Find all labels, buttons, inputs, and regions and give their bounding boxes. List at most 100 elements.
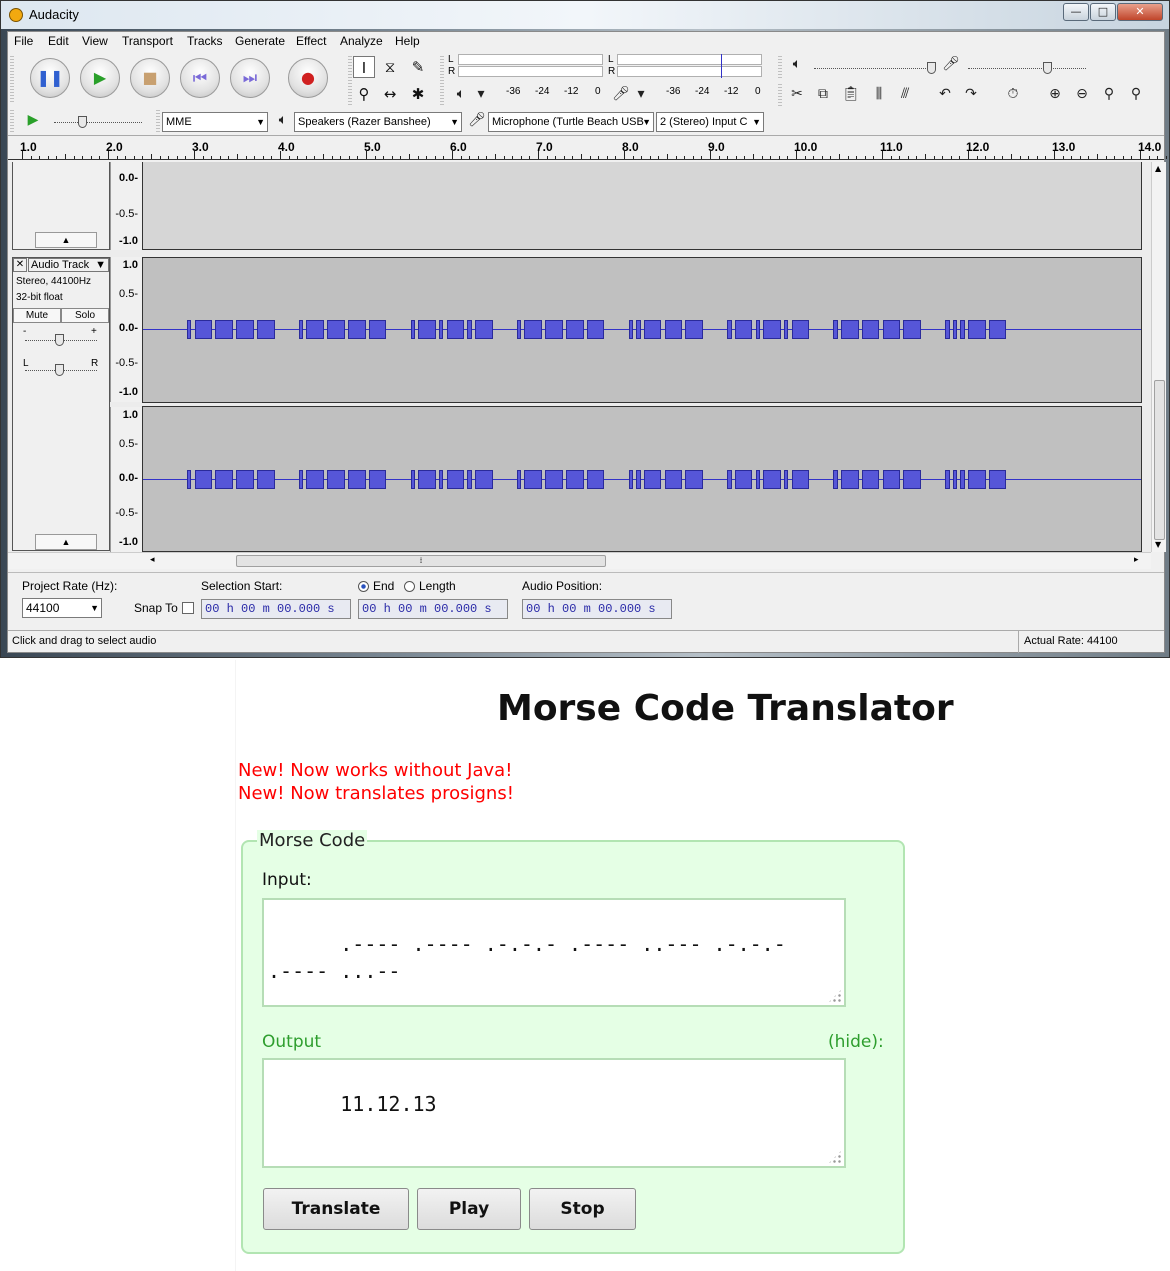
play-speed-slider[interactable] <box>54 122 142 123</box>
speaker-meter-icon[interactable]: 🔈︎ <box>450 84 472 106</box>
right-channel-waveform[interactable] <box>142 406 1142 552</box>
ruler-tick-mark <box>907 156 909 159</box>
track-collapse-button[interactable]: ▲ <box>35 534 97 550</box>
vertical-scrollbar[interactable]: ▲ ▼ <box>1151 162 1166 552</box>
selection-start-time[interactable]: 00 h 00 m 00.000 s <box>201 599 351 619</box>
envelope-tool-icon[interactable]: ⧖ <box>379 56 401 78</box>
toolbar-grip[interactable] <box>10 56 14 104</box>
minimize-button[interactable]: — <box>1063 3 1089 21</box>
output-volume-slider[interactable] <box>814 68 932 69</box>
playback-meter-right[interactable] <box>458 66 603 77</box>
play-speed-thumb[interactable] <box>78 116 87 128</box>
scroll-left-icon[interactable]: ◂ <box>150 555 155 565</box>
record-meter-left[interactable] <box>617 54 762 65</box>
hide-output-link[interactable]: (hide): <box>828 1032 884 1052</box>
draw-tool-icon[interactable]: ✎ <box>407 56 429 78</box>
selection-end-time[interactable]: 00 h 00 m 00.000 s <box>358 599 508 619</box>
selection-tool-icon[interactable]: I <box>353 56 375 78</box>
track-name-menu[interactable]: Audio Track ▼ <box>28 258 109 272</box>
silence-icon[interactable]: ⫻ <box>894 84 916 106</box>
host-select[interactable]: MME ▼ <box>162 112 268 132</box>
record-button[interactable]: ● <box>288 58 328 98</box>
length-radio[interactable] <box>404 581 415 592</box>
solo-button[interactable]: Solo <box>61 308 109 323</box>
zoom-in-icon[interactable]: ⊕ <box>1044 84 1066 106</box>
input-resize-grip[interactable] <box>827 988 843 1004</box>
horizontal-scroll-thumb[interactable]: ⁞ <box>236 555 606 567</box>
close-button[interactable]: ✕ <box>1117 3 1163 21</box>
skip-end-button[interactable]: ⏭ <box>230 58 270 98</box>
input-device-select[interactable]: Microphone (Turtle Beach USB ▼ <box>488 112 654 132</box>
play-at-speed-icon[interactable]: ▶ <box>22 110 44 132</box>
project-rate-select[interactable]: 44100 ▼ <box>22 598 102 618</box>
edit-grip[interactable] <box>778 84 782 108</box>
snap-to-checkbox[interactable] <box>182 602 194 614</box>
menu-analyze[interactable]: Analyze <box>340 34 383 48</box>
stop-button[interactable]: Stop <box>529 1188 636 1230</box>
maximize-button[interactable]: □ <box>1090 3 1116 21</box>
menu-view[interactable]: View <box>82 34 108 48</box>
menu-transport[interactable]: Transport <box>122 34 173 48</box>
audio-position-time[interactable]: 00 h 00 m 00.000 s <box>522 599 672 619</box>
end-radio[interactable] <box>358 581 369 592</box>
scroll-down-icon[interactable]: ▼ <box>1155 540 1161 549</box>
fit-project-icon[interactable]: ⚲ <box>1125 84 1147 106</box>
pause-button[interactable]: ❚❚ <box>30 58 70 98</box>
skip-start-button[interactable]: ⏮ <box>180 58 220 98</box>
prev-track-waveform[interactable] <box>142 162 1142 250</box>
output-textarea[interactable]: 11.12.13 <box>262 1058 846 1168</box>
timeshift-tool-icon[interactable]: ↔ <box>379 83 401 105</box>
trim-icon[interactable]: ⫼ <box>868 84 890 106</box>
menu-tracks[interactable]: Tracks <box>187 34 223 48</box>
menu-file[interactable]: File <box>14 34 33 48</box>
sync-lock-icon[interactable]: ⏱ <box>1002 84 1024 106</box>
record-meter-right[interactable] <box>617 66 762 77</box>
morse-dot-burst <box>833 470 838 489</box>
play-button[interactable]: Play <box>417 1188 521 1230</box>
playback-meter-left[interactable] <box>458 54 603 65</box>
tools-grip[interactable] <box>348 56 352 106</box>
timeline-ruler[interactable]: 1.0 2.0 3.0 4.0 5.0 6.0 7.0 8.0 9.0 10.0 11.0 12.0 1… <box>8 136 1167 160</box>
microphone-meter-icon[interactable]: 🎤︎ <box>610 84 632 106</box>
track-close-button[interactable]: ✕ <box>13 258 27 272</box>
output-resize-grip[interactable] <box>827 1149 843 1165</box>
zoom-out-icon[interactable]: ⊖ <box>1071 84 1093 106</box>
horizontal-scrollbar[interactable]: ◂ ⁞ ▸ <box>8 552 1151 569</box>
scroll-right-icon[interactable]: ▸ <box>1134 555 1139 565</box>
output-device-select[interactable]: Speakers (Razer Banshee) ▼ <box>294 112 462 132</box>
undo-icon[interactable]: ↶ <box>934 84 956 106</box>
prev-track-collapse-button[interactable]: ▲ <box>35 232 97 248</box>
multi-tool-icon[interactable]: ✱ <box>407 83 429 105</box>
output-volume-thumb[interactable] <box>927 62 936 74</box>
input-textarea[interactable]: .---- .---- .-.-.- .---- ..--- .-.-.- .-… <box>262 898 846 1007</box>
menu-help[interactable]: Help <box>395 34 420 48</box>
record-meter-dropdown-icon[interactable]: ▾ <box>630 84 652 106</box>
mixer-grip[interactable] <box>778 56 782 80</box>
input-channels-select[interactable]: 2 (Stereo) Input C ▼ <box>656 112 764 132</box>
meter-grip[interactable] <box>440 56 444 106</box>
mute-button[interactable]: Mute <box>13 308 61 323</box>
playback-meter-dropdown-icon[interactable]: ▾ <box>470 84 492 106</box>
zoom-tool-icon[interactable]: ⚲ <box>353 83 375 105</box>
redo-icon[interactable]: ↷ <box>960 84 982 106</box>
cut-icon[interactable]: ✂ <box>786 84 808 106</box>
left-channel-waveform[interactable] <box>142 257 1142 403</box>
menu-edit[interactable]: Edit <box>48 34 69 48</box>
play-button[interactable]: ▶ <box>80 58 120 98</box>
input-volume-slider[interactable] <box>968 68 1086 69</box>
device-grip[interactable] <box>156 110 160 132</box>
scroll-up-icon[interactable]: ▲ <box>1155 164 1161 173</box>
vertical-scroll-thumb[interactable] <box>1154 380 1165 540</box>
copy-icon[interactable]: ⧉ <box>812 84 834 106</box>
play-at-speed-grip[interactable] <box>10 110 14 132</box>
gain-slider-thumb[interactable] <box>55 334 64 346</box>
paste-icon[interactable]: 📋︎ <box>840 84 862 106</box>
ruler-tick-mark <box>219 156 221 159</box>
menu-effect[interactable]: Effect <box>296 34 326 48</box>
input-volume-thumb[interactable] <box>1043 62 1052 74</box>
stop-button[interactable]: ■ <box>130 58 170 98</box>
translate-button[interactable]: Translate <box>263 1188 409 1230</box>
menu-generate[interactable]: Generate <box>235 34 285 48</box>
pan-slider-thumb[interactable] <box>55 364 64 376</box>
fit-selection-icon[interactable]: ⚲ <box>1098 84 1120 106</box>
